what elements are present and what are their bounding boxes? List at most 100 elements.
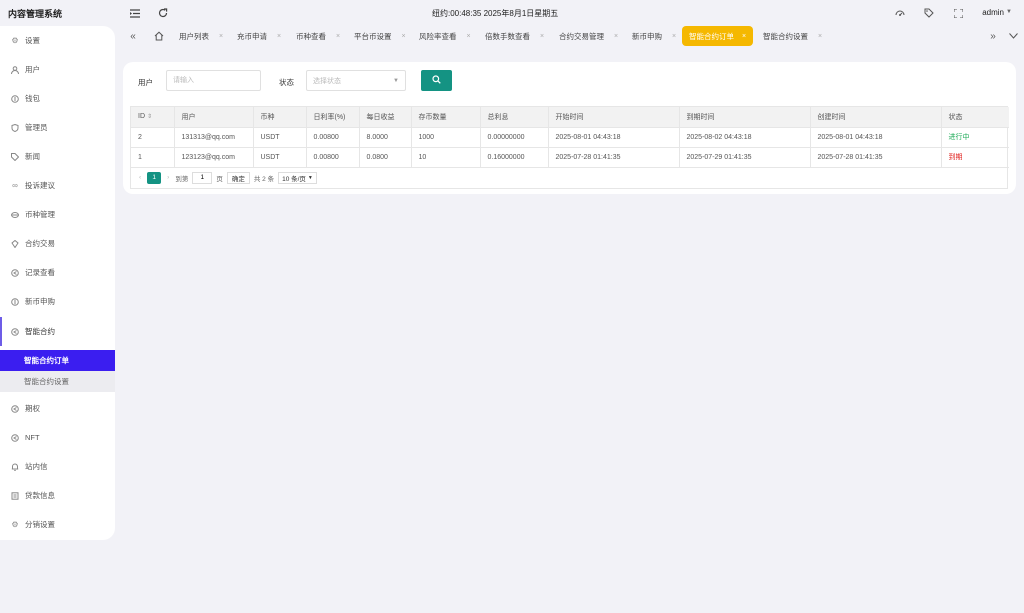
- column-header-coin: 币种: [253, 107, 307, 128]
- user-menu[interactable]: admin: [982, 8, 1004, 17]
- column-header-start-time: 开始时间: [548, 107, 680, 128]
- sidebar-item-contract-trading[interactable]: 合约交易: [0, 229, 115, 258]
- column-header-amount: 存币数量: [411, 107, 481, 128]
- orders-card: 用户 状态 选择状态 ▼ ID ⇕ 用户 币种 日利率(%) 每日收益 存币数量: [123, 62, 1016, 194]
- sidebar-item-messages[interactable]: 站内信: [0, 452, 115, 481]
- sidebar-item-records[interactable]: 记录查看: [0, 258, 115, 287]
- shield-icon: [10, 123, 20, 133]
- prev-page-icon[interactable]: ‹: [139, 174, 141, 181]
- tag-icon: [10, 152, 20, 162]
- tab-label: 新币申购: [632, 31, 662, 41]
- wallet-icon: [10, 94, 20, 104]
- cell-coin: USDT: [253, 147, 307, 168]
- close-icon[interactable]: ×: [540, 33, 544, 40]
- contract-icon: [10, 327, 20, 337]
- tab-smart-contract-settings[interactable]: 智能合约设置 ×: [763, 26, 822, 46]
- nft-icon: [10, 433, 20, 443]
- chevron-down-icon: ▼: [393, 78, 399, 84]
- cell-start-time: 2025-08-01 04:43:18: [548, 127, 680, 148]
- sidebar-item-wallet[interactable]: 钱包: [0, 84, 115, 113]
- close-icon[interactable]: ×: [219, 33, 223, 40]
- column-header-status: 状态: [941, 107, 1009, 128]
- chevron-down-icon[interactable]: ▼: [1006, 9, 1012, 15]
- tab-platform-coin-settings[interactable]: 平台币设置 ×: [354, 26, 406, 46]
- tab-deposit-requests[interactable]: 充币申请 ×: [237, 26, 281, 46]
- tab-risk-rate[interactable]: 风险率查看 ×: [419, 26, 471, 46]
- user-filter-input[interactable]: [166, 70, 261, 91]
- status-filter-select[interactable]: 选择状态 ▼: [306, 70, 406, 91]
- next-page-icon[interactable]: ›: [167, 174, 169, 181]
- sidebar-item-distribution[interactable]: ⚙ 分销设置: [0, 510, 115, 539]
- sidebar-item-admin[interactable]: 管理员: [0, 113, 115, 142]
- cell-id: 1: [131, 147, 175, 168]
- cell-end-time: 2025-07-29 01:41:35: [679, 147, 811, 168]
- tab-contract-trade-management[interactable]: 合约交易管理 ×: [559, 26, 618, 46]
- sidebar-item-news[interactable]: 新闻: [0, 142, 115, 171]
- close-icon[interactable]: ×: [742, 33, 746, 40]
- tag-icon[interactable]: [923, 7, 935, 19]
- status-badge: 到期: [941, 147, 1009, 168]
- sidebar-item-settings[interactable]: ⚙ 设置: [0, 26, 115, 55]
- coin-icon: [10, 210, 20, 220]
- close-icon[interactable]: ×: [614, 33, 618, 40]
- page-button-current[interactable]: 1: [147, 171, 162, 184]
- close-icon[interactable]: ×: [818, 33, 822, 40]
- tab-coin-view[interactable]: 币种查看 ×: [296, 26, 340, 46]
- sidebar-item-label: 期权: [25, 404, 40, 413]
- chevron-down-icon[interactable]: [1007, 30, 1019, 42]
- page-unit-label: 页: [216, 175, 223, 183]
- pagination: ‹ 1 › 到第 页 确定 共 2 条 10 条/页▼: [131, 168, 1007, 188]
- page-jump-confirm-button[interactable]: 确定: [226, 171, 250, 184]
- page-size-select[interactable]: 10 条/页 ▼: [278, 171, 317, 184]
- sidebar-item-coins[interactable]: 币种管理: [0, 200, 115, 229]
- theme-icon[interactable]: [894, 7, 906, 19]
- close-icon[interactable]: ×: [277, 33, 281, 40]
- cell-created-time: 2025-07-28 01:41:35: [810, 147, 942, 168]
- submenu-item-smart-contract-orders[interactable]: 智能合约订单: [0, 350, 115, 371]
- tab-new-coin-subscription[interactable]: 新币申购 ×: [632, 26, 676, 46]
- search-button[interactable]: [421, 70, 452, 91]
- double-chevron-right-icon[interactable]: »: [987, 30, 999, 42]
- app-title: 内容管理系统: [8, 8, 63, 19]
- sidebar-item-nft[interactable]: NFT: [0, 423, 115, 452]
- close-icon[interactable]: ×: [672, 33, 676, 40]
- chevron-down-icon: ▼: [307, 174, 313, 181]
- fullscreen-icon[interactable]: [952, 7, 964, 19]
- cell-daily-income: 0.0800: [359, 147, 412, 168]
- sidebar-item-users[interactable]: 用户: [0, 55, 115, 84]
- table-row[interactable]: 2 131313@qq.com USDT 0.00800 8.0000 1000…: [131, 127, 1009, 148]
- top-bar: 纽约:00:48:35 2025年8月1日星期五 admin ▼: [116, 0, 1024, 26]
- menu-toggle-icon[interactable]: [129, 7, 141, 19]
- sort-icon[interactable]: ⇕: [147, 114, 152, 120]
- tab-user-list[interactable]: 用户列表 ×: [179, 26, 223, 46]
- table-header-row: ID ⇕ 用户 币种 日利率(%) 每日收益 存币数量 总利息 开始时间 到期时…: [131, 107, 1009, 128]
- tab-label: 币种查看: [296, 31, 326, 41]
- total-count: 共 2 条: [253, 175, 275, 183]
- table-row[interactable]: 1 123123@qq.com USDT 0.00800 0.0800 10 0…: [131, 147, 1009, 168]
- cell-daily-income: 8.0000: [359, 127, 412, 148]
- cell-rate: 0.00800: [306, 127, 360, 148]
- sidebar-item-label: 站内信: [25, 462, 48, 471]
- close-icon[interactable]: ×: [467, 33, 471, 40]
- status-badge: 进行中: [941, 127, 1009, 148]
- refresh-icon[interactable]: [157, 7, 169, 19]
- sidebar-item-loans[interactable]: 贷款信息: [0, 481, 115, 510]
- sidebar-item-new-coin[interactable]: 新币申购: [0, 287, 115, 316]
- page-jump-input[interactable]: [192, 171, 213, 184]
- submenu-item-smart-contract-settings[interactable]: 智能合约设置: [0, 371, 115, 392]
- settings-icon: ⚙: [11, 520, 19, 529]
- cell-created-time: 2025-08-01 04:43:18: [810, 127, 942, 148]
- tab-multiplier-lots[interactable]: 倍数手数查看 ×: [485, 26, 544, 46]
- column-header-id[interactable]: ID ⇕: [131, 107, 175, 128]
- sidebar-item-options[interactable]: 期权: [0, 394, 115, 423]
- cell-user: 123123@qq.com: [174, 147, 254, 168]
- close-icon[interactable]: ×: [336, 33, 340, 40]
- goto-label: 到第: [175, 175, 189, 183]
- sidebar-item-smart-contract[interactable]: 智能合约: [0, 317, 115, 346]
- sidebar-item-feedback[interactable]: ∞ 投诉建议: [0, 171, 115, 200]
- close-icon[interactable]: ×: [402, 33, 406, 40]
- status-filter-label: 状态: [279, 78, 294, 87]
- home-icon[interactable]: [153, 30, 165, 42]
- tab-smart-contract-orders[interactable]: 智能合约订单 ×: [682, 26, 754, 46]
- double-chevron-left-icon[interactable]: «: [127, 30, 139, 42]
